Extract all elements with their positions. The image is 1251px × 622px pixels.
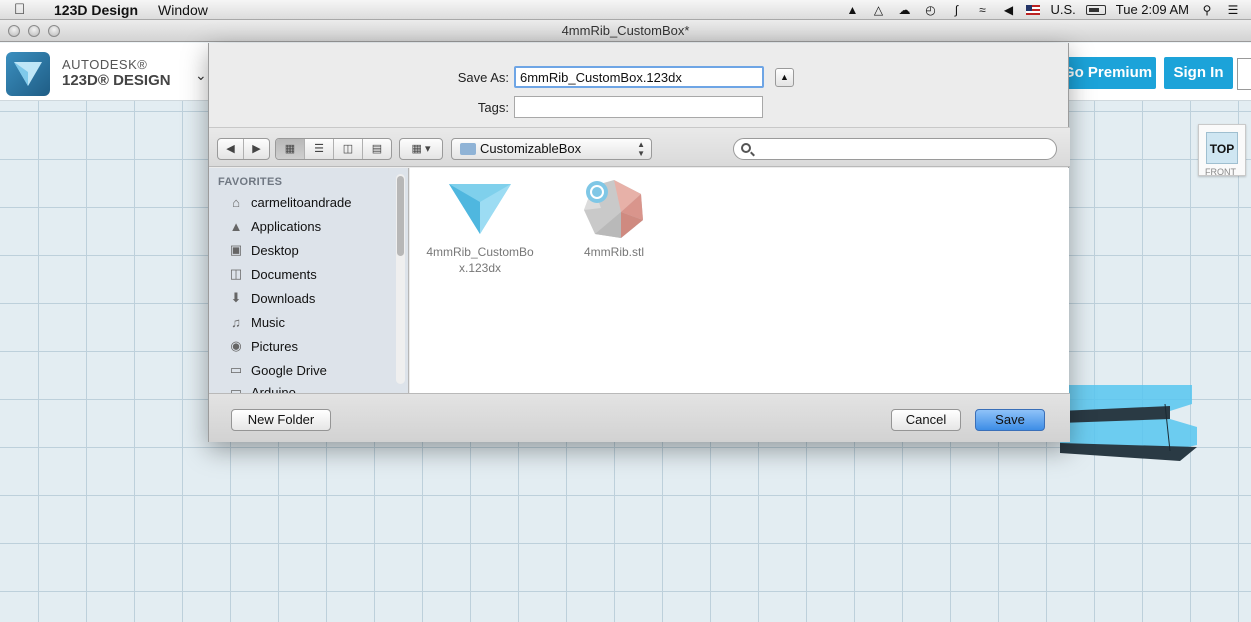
coverflow-view-icon[interactable]: ▤ bbox=[363, 139, 391, 159]
chevron-down-icon[interactable]: ⌄ bbox=[195, 67, 207, 84]
save-as-label: Save As: bbox=[457, 70, 509, 85]
save-button[interactable]: Save bbox=[975, 409, 1045, 431]
volume-icon[interactable]: ◀ bbox=[1000, 3, 1016, 17]
folder-icon: ▭ bbox=[229, 362, 243, 377]
wifi-icon[interactable]: ≈ bbox=[974, 3, 990, 17]
column-view-icon[interactable]: ◫ bbox=[334, 139, 363, 159]
desktop-icon: ▣ bbox=[229, 242, 243, 257]
close-window-button[interactable] bbox=[8, 25, 20, 37]
view-cube-front-label: FRONT bbox=[1205, 167, 1236, 177]
pictures-icon: ◉ bbox=[230, 338, 242, 353]
brand-line-1: AUTODESK® bbox=[62, 57, 148, 72]
dialog-nav-bar: ◀ ▶ ▦ ☰ ◫ ▤ ▦ ▾ CustomizableBox ▲ ▼ bbox=[209, 127, 1070, 167]
notification-center-icon[interactable]: ☰ bbox=[1225, 3, 1241, 17]
icon-view-icon[interactable]: ▦ bbox=[276, 139, 305, 159]
sidebar-item-applications[interactable]: ▲ Applications bbox=[227, 215, 322, 237]
sidebar-item-label: Documents bbox=[251, 266, 317, 282]
favorites-header: FAVORITES bbox=[218, 176, 283, 188]
view-cube[interactable]: TOP FRONT bbox=[1198, 124, 1246, 177]
current-folder-label: CustomizableBox bbox=[480, 141, 582, 156]
save-as-input[interactable]: 6mmRib_CustomBox.123dx bbox=[514, 66, 764, 88]
menu-window[interactable]: Window bbox=[158, 2, 208, 18]
file-name-line-2: x.123dx bbox=[458, 261, 502, 275]
sidebar-item-pictures[interactable]: ◉ Pictures bbox=[227, 335, 298, 357]
folder-location-select[interactable]: CustomizableBox ▲ ▼ bbox=[451, 138, 652, 160]
folder-icon: ▭ bbox=[229, 384, 243, 393]
apple-menu-icon[interactable]:  bbox=[14, 1, 32, 18]
tags-input[interactable] bbox=[514, 96, 763, 118]
zoom-window-button[interactable] bbox=[48, 25, 60, 37]
sidebar-item-label: Applications bbox=[251, 218, 322, 234]
folder-icon bbox=[460, 143, 476, 155]
brand-line-2: 123D® DESIGN bbox=[62, 72, 171, 89]
clock[interactable]: Tue 2:09 AM bbox=[1116, 2, 1189, 17]
new-folder-button[interactable]: New Folder bbox=[231, 409, 331, 431]
time-machine-icon[interactable]: ◴ bbox=[922, 3, 938, 17]
expand-dialog-button[interactable]: ▲ bbox=[775, 68, 794, 87]
battery-icon[interactable] bbox=[1085, 4, 1106, 15]
sidebar-scrollbar[interactable] bbox=[396, 174, 405, 384]
status-area: ▲ △ ☁ ◴ ∫ ≈ ◀ U.S. Tue 2:09 AM ⚲ ☰ bbox=[844, 2, 1241, 17]
view-cube-top-face[interactable]: TOP bbox=[1206, 132, 1238, 164]
window-titlebar: 4mmRib_CustomBox* bbox=[0, 20, 1251, 42]
minimize-window-button[interactable] bbox=[28, 25, 40, 37]
file-browser[interactable]: 4mmRib_CustomBo x.123dx 4mmRib.stl bbox=[410, 168, 1069, 393]
notification-icon[interactable]: ▲ bbox=[844, 3, 860, 17]
cloud-icon[interactable]: ☁ bbox=[896, 3, 912, 17]
keyboard-layout-label[interactable]: U.S. bbox=[1050, 2, 1075, 17]
spotlight-icon[interactable]: ⚲ bbox=[1199, 3, 1215, 17]
home-icon: ⌂ bbox=[232, 194, 240, 210]
back-arrow-icon[interactable]: ◀ bbox=[218, 139, 244, 159]
list-view-icon[interactable]: ☰ bbox=[305, 139, 334, 159]
google-drive-icon[interactable]: △ bbox=[870, 3, 886, 17]
sidebar-item-label: Desktop bbox=[251, 242, 299, 258]
menu-bar:  123D Design Window ▲ △ ☁ ◴ ∫ ≈ ◀ U.S. … bbox=[0, 0, 1251, 20]
sidebar-item-downloads[interactable]: ⬇ Downloads bbox=[227, 287, 316, 309]
go-premium-button[interactable]: Go Premium bbox=[1059, 57, 1156, 89]
back-forward-control: ◀ ▶ bbox=[217, 138, 270, 160]
stl-file-icon bbox=[584, 180, 643, 238]
sign-in-button[interactable]: Sign In bbox=[1164, 57, 1233, 89]
dialog-footer: New Folder Cancel Save bbox=[209, 393, 1070, 442]
arrange-menu-icon[interactable]: ▦ ▾ bbox=[400, 139, 442, 159]
123d-file-icon bbox=[449, 184, 511, 234]
cancel-button[interactable]: Cancel bbox=[891, 409, 961, 431]
documents-icon: ◫ bbox=[229, 266, 243, 281]
file-name-line-1: 4mmRib_CustomBo bbox=[426, 245, 534, 259]
view-mode-control: ▦ ☰ ◫ ▤ bbox=[275, 138, 392, 160]
search-input[interactable] bbox=[733, 138, 1057, 160]
panel-toggle[interactable] bbox=[1237, 58, 1251, 90]
search-icon bbox=[741, 143, 751, 153]
sidebar-item-label: Downloads bbox=[251, 290, 316, 306]
tags-label: Tags: bbox=[477, 100, 509, 115]
select-arrows-icon: ▲ ▼ bbox=[637, 140, 645, 158]
forward-arrow-icon[interactable]: ▶ bbox=[244, 139, 269, 159]
arrange-control: ▦ ▾ bbox=[399, 138, 443, 160]
sidebar-item-label: Arduino bbox=[251, 384, 296, 394]
save-dialog: Save As: 6mmRib_CustomBox.123dx ▲ Tags: … bbox=[208, 43, 1070, 442]
favorites-sidebar: FAVORITES ⌂ carmelitoandrade ▲ Applicati… bbox=[209, 168, 409, 393]
sidebar-item-desktop[interactable]: ▣ Desktop bbox=[227, 239, 299, 261]
sidebar-item-music[interactable]: ♫ Music bbox=[227, 311, 285, 333]
sidebar-item-label: carmelitoandrade bbox=[251, 194, 352, 210]
downloads-icon: ⬇ bbox=[230, 290, 242, 305]
sidebar-item-arduino[interactable]: ▭ Arduino bbox=[227, 381, 296, 393]
sidebar-item-label: Google Drive bbox=[251, 362, 327, 378]
file-item-stl[interactable]: 4mmRib.stl bbox=[554, 178, 674, 260]
menu-app-name[interactable]: 123D Design bbox=[54, 2, 138, 18]
sidebar-item-label: Pictures bbox=[251, 338, 298, 354]
sidebar-item-label: Music bbox=[251, 314, 285, 330]
sidebar-item-documents[interactable]: ◫ Documents bbox=[227, 263, 317, 285]
applications-icon: ▲ bbox=[229, 218, 243, 234]
us-flag-icon[interactable] bbox=[1026, 4, 1041, 15]
sidebar-item-home[interactable]: ⌂ carmelitoandrade bbox=[227, 191, 351, 213]
app-logo-icon[interactable] bbox=[6, 52, 50, 96]
window-title: 4mmRib_CustomBox* bbox=[561, 23, 690, 38]
bluetooth-icon[interactable]: ∫ bbox=[948, 3, 964, 17]
file-item-123dx[interactable]: 4mmRib_CustomBo x.123dx bbox=[420, 180, 540, 276]
sidebar-item-google-drive[interactable]: ▭ Google Drive bbox=[227, 359, 327, 381]
music-icon: ♫ bbox=[231, 314, 241, 330]
file-name-line-1: 4mmRib.stl bbox=[583, 245, 644, 259]
